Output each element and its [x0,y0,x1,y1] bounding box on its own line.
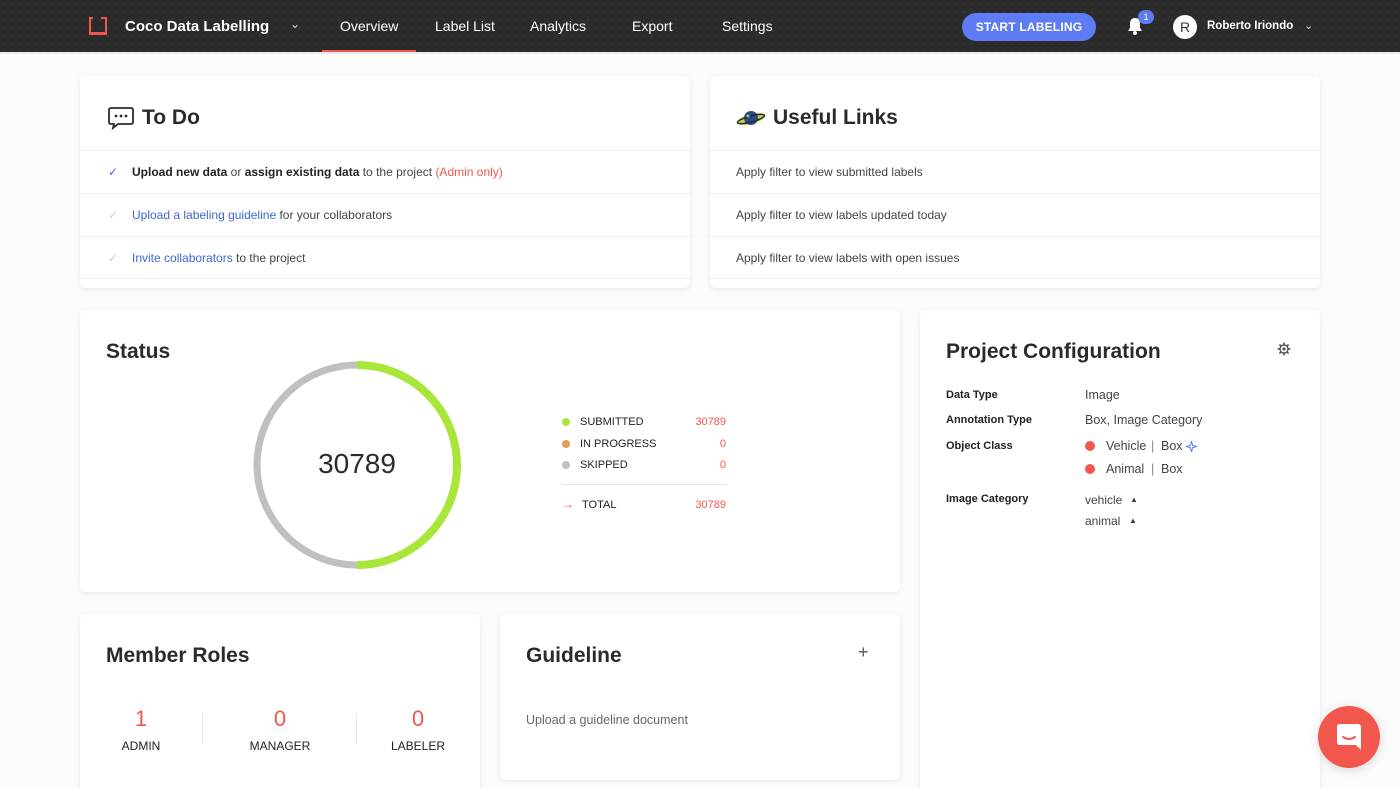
status-total-value: 30789 [318,448,396,479]
in-progress-legend-label: IN PROGRESS [580,438,657,450]
todo-plain-text: or [227,165,245,179]
chat-bubble-icon [108,107,134,130]
member-roles-title: Member Roles [106,644,250,667]
project-dropdown-chevron-icon[interactable]: ⌄ [290,17,300,31]
todo-item-text: Upload new data or assign existing data … [132,165,503,179]
object-class-label: Object Class [946,440,1013,452]
image-category-label: Image Category [946,493,1029,505]
useful-links-title: Useful Links [773,106,898,129]
object-class-name: Animal [1106,462,1145,476]
add-guideline-icon[interactable]: + [858,642,869,663]
checkmark-icon: ✓ [108,208,119,222]
skipped-legend-label: SKIPPED [580,459,628,471]
active-tab-indicator [322,50,416,53]
useful-link-item[interactable]: Apply filter to view submitted labels [710,150,1320,193]
start-labeling-button[interactable]: START LABELING [962,13,1096,41]
app-logo-icon[interactable] [89,17,107,35]
total-legend-value: 30789 [695,499,726,511]
object-class-separator: | [1151,462,1155,476]
todo-item: ✓ Upload new data or assign existing data… [80,150,690,193]
chat-icon [1337,724,1361,750]
total-arrow-icon: → [562,497,574,511]
in-progress-legend-dot [562,440,570,448]
submitted-legend-label: SUBMITTED [580,416,644,428]
useful-links-card: Useful Links Apply filter to view submit… [710,76,1320,288]
object-class-type: Box [1161,462,1183,476]
todo-plain-text: to the project [232,251,306,265]
role-divider [202,714,203,744]
project-title[interactable]: Coco Data Labelling [125,18,269,35]
total-legend-label: TOTAL [582,499,617,511]
chat-launcher-button[interactable] [1318,706,1380,768]
object-class-color-dot [1085,441,1095,451]
legend-divider [562,484,726,485]
annotation-type-value: Box, Image Category [1085,413,1203,427]
project-configuration-title: Project Configuration [946,340,1161,363]
checkmark-icon: ✓ [108,165,119,179]
checkmark-icon: ✓ [108,251,119,265]
nav-tab-label-list[interactable]: Label List [435,18,495,34]
caret-up-icon[interactable]: ▲ [1129,516,1137,525]
todo-item: ✓ Invite collaborators to the project [80,236,690,279]
user-avatar[interactable]: R [1173,15,1197,39]
data-type-label: Data Type [946,389,998,401]
upload-guideline-text[interactable]: Upload a guideline document [526,713,688,727]
todo-link[interactable]: Upload a labeling guideline [132,208,276,222]
status-title: Status [106,340,171,363]
todo-item-text: Upload a labeling guideline for your col… [132,208,392,222]
sparkle-icon [1186,441,1197,452]
settings-gear-icon[interactable] [1277,342,1291,356]
object-class-type: Box [1161,439,1183,453]
nav-tab-overview[interactable]: Overview [340,18,398,34]
object-class-separator: | [1151,439,1155,453]
role-divider [356,714,357,744]
admin-count: 1 [134,706,148,731]
todo-plain-text: to the project [359,165,436,179]
user-menu-chevron-icon[interactable]: ⌄ [1304,19,1313,32]
guideline-title: Guideline [526,644,622,667]
in-progress-legend-value: 0 [719,438,726,450]
labeler-count: 0 [411,706,425,731]
nav-tab-analytics[interactable]: Analytics [530,18,586,34]
skipped-legend-dot [562,461,570,469]
todo-item: ✓ Upload a labeling guideline for your co… [80,193,690,236]
todo-link[interactable]: Invite collaborators [132,251,233,265]
skipped-legend-value: 0 [719,459,726,471]
caret-up-icon[interactable]: ▲ [1130,495,1138,504]
useful-link-item[interactable]: Apply filter to view labels updated toda… [710,193,1320,236]
nav-tab-export[interactable]: Export [632,18,672,34]
image-category-item: vehicle [1085,493,1123,507]
annotation-type-label: Annotation Type [946,414,1032,426]
labeler-role-label: LABELER [390,739,446,753]
top-navigation-bar: Coco Data Labelling ⌄ Overview Label Lis… [0,0,1400,54]
submitted-legend-value: 30789 [695,416,726,428]
image-category-item: animal [1085,514,1121,528]
planet-icon [736,111,766,126]
member-roles-card: Member Roles 1 ADMIN 0 MANAGER 0 LABELER [80,614,480,788]
object-class-color-dot [1085,464,1095,474]
todo-action-text: assign existing data [244,165,360,179]
todo-card: To Do ✓ Upload new data or assign existin… [80,76,690,288]
data-type-value: Image [1085,388,1120,402]
project-configuration-card: Project Configuration Data Type Image An… [920,310,1320,788]
admin-role-label: ADMIN [121,739,161,753]
useful-link-item[interactable]: Apply filter to view labels with open is… [710,236,1320,279]
notification-count-badge: 1 [1138,10,1154,24]
user-name[interactable]: Roberto Iriondo [1207,20,1293,32]
todo-plain-text: for your collaborators [276,208,393,222]
todo-action-text: Upload new data [132,165,228,179]
manager-count: 0 [273,706,287,731]
guideline-card: Guideline + Upload a guideline document [500,614,900,780]
nav-tab-settings[interactable]: Settings [722,18,773,34]
object-class-name: Vehicle [1106,439,1147,453]
admin-only-note: (Admin only) [435,165,503,179]
submitted-legend-dot [562,418,570,426]
todo-item-text: Invite collaborators to the project [132,251,305,265]
todo-title: To Do [142,106,200,129]
status-card: Status 30789 SUBMITTED 30789 IN PROGRESS… [80,310,900,592]
manager-role-label: MANAGER [249,739,311,753]
